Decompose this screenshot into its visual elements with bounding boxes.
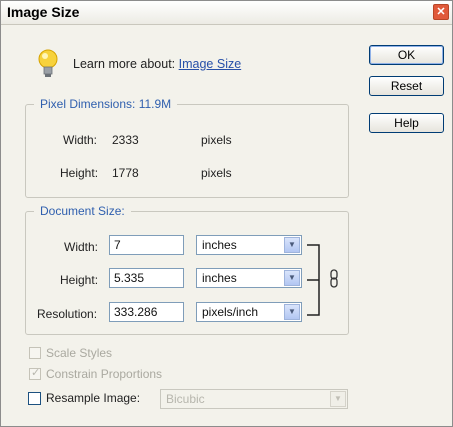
doc-height-unit-value: inches [202, 271, 237, 285]
doc-width-input[interactable]: 7 [109, 235, 184, 255]
chevron-down-icon[interactable]: ▼ [330, 391, 346, 407]
lightbulb-icon [38, 49, 58, 77]
learn-more-label: Learn more about: [73, 57, 176, 71]
image-size-help-link[interactable]: Image Size [179, 57, 242, 71]
ok-button[interactable]: OK [369, 45, 444, 65]
doc-height-label: Height: [60, 273, 99, 287]
learn-more-row: Learn more about: Image Size [73, 57, 241, 71]
resample-method-select[interactable]: Bicubic ▼ [160, 389, 348, 409]
scale-styles-label: Scale Styles [46, 346, 113, 360]
pixel-height-unit: pixels [201, 166, 232, 180]
pixel-height-value: 1778 [112, 166, 139, 180]
scale-styles-checkbox[interactable] [29, 347, 41, 359]
pixel-dimensions-group: Pixel Dimensions: 11.9M [25, 97, 349, 198]
chevron-down-icon[interactable]: ▼ [284, 237, 300, 253]
constrain-proportions-checkbox[interactable]: ✓ [29, 367, 41, 380]
close-button[interactable]: ✕ [433, 4, 449, 20]
doc-width-unit-value: inches [202, 238, 237, 252]
pixel-width-value: 2333 [112, 133, 139, 147]
chevron-down-icon[interactable]: ▼ [284, 270, 300, 286]
resample-image-checkbox[interactable] [28, 392, 41, 405]
doc-width-unit-select[interactable]: inches ▼ [196, 235, 302, 255]
image-size-dialog: Image Size ✕ Learn more about: Image Siz… [0, 0, 453, 427]
chevron-down-icon[interactable]: ▼ [284, 304, 300, 320]
document-size-legend: Document Size: [34, 204, 131, 218]
pixel-width-label: Width: [63, 133, 98, 147]
doc-width-label: Width: [64, 240, 99, 254]
pixel-width-unit: pixels [201, 133, 232, 147]
resolution-label: Resolution: [37, 307, 98, 321]
resample-method-value: Bicubic [166, 392, 205, 406]
checkmark-icon: ✓ [31, 367, 41, 379]
doc-height-input[interactable]: 5.335 [109, 268, 184, 288]
reset-button[interactable]: Reset [369, 76, 444, 96]
pixel-height-label: Height: [60, 166, 99, 180]
resolution-input[interactable]: 333.286 [109, 302, 184, 322]
help-button[interactable]: Help [369, 113, 444, 133]
title-bar[interactable]: Image Size ✕ [1, 1, 452, 25]
window-title: Image Size [7, 4, 80, 20]
pixel-dimensions-legend: Pixel Dimensions: 11.9M [34, 97, 178, 111]
constrain-proportions-label: Constrain Proportions [46, 367, 163, 381]
resolution-unit-value: pixels/inch [202, 305, 259, 319]
doc-height-unit-select[interactable]: inches ▼ [196, 268, 302, 288]
resolution-unit-select[interactable]: pixels/inch ▼ [196, 302, 302, 322]
resample-image-label: Resample Image: [46, 391, 141, 405]
chain-link-icon [330, 269, 338, 288]
